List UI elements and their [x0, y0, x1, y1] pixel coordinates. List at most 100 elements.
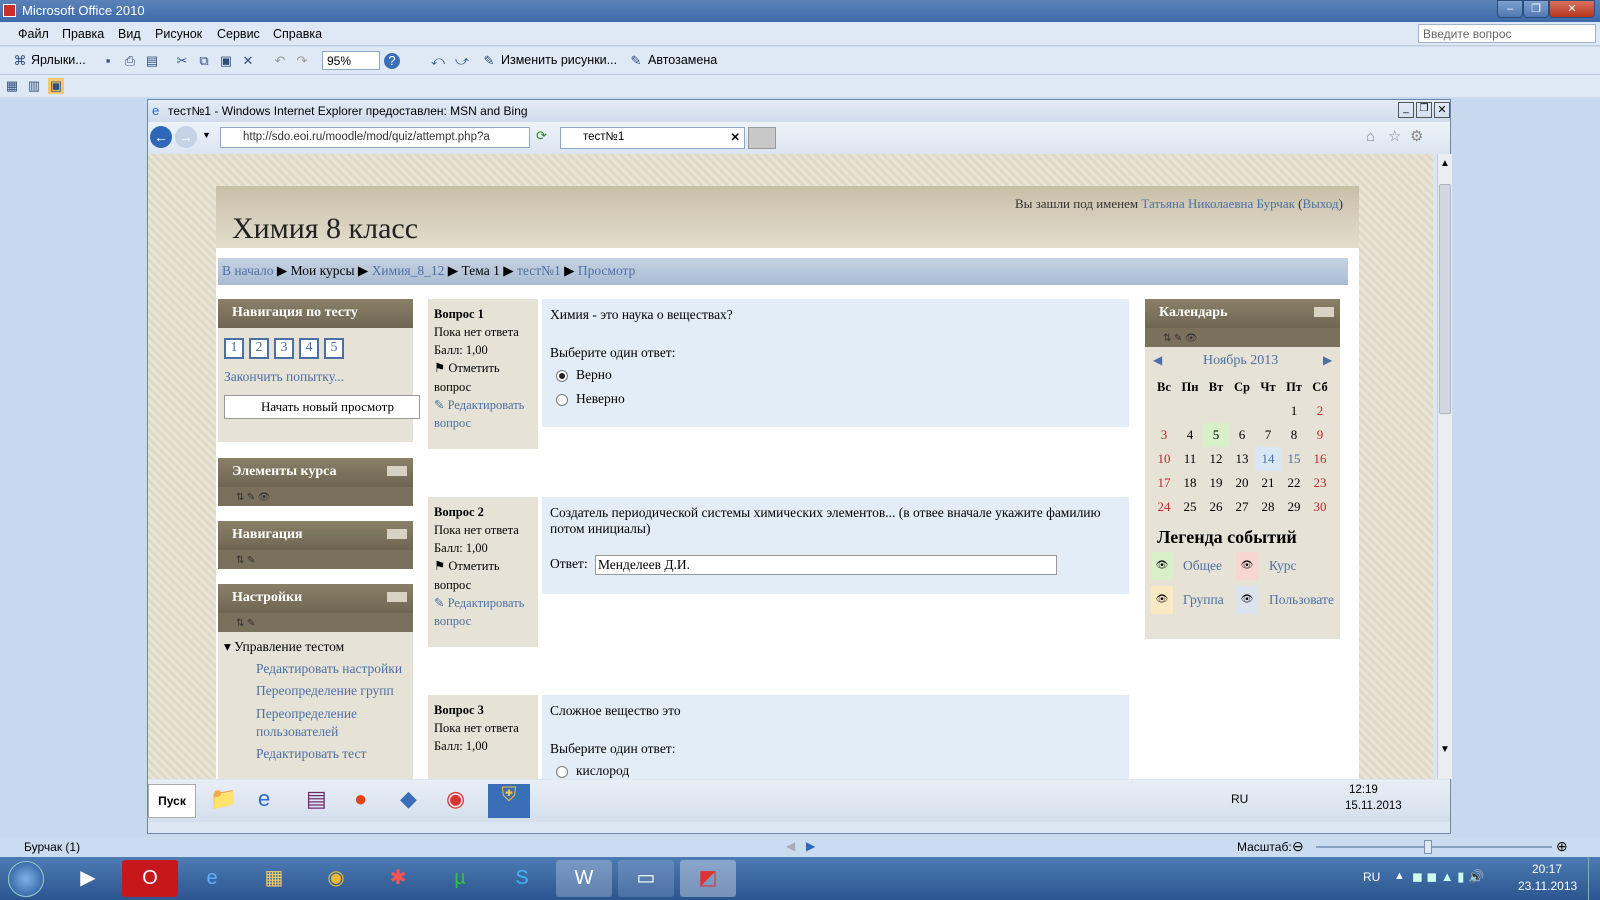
- answer-option-false[interactable]: Неверно: [550, 391, 1121, 407]
- block-hide-icon[interactable]: [387, 529, 407, 539]
- change-pictures-button[interactable]: Изменить рисунки...: [501, 53, 617, 67]
- menu-tools[interactable]: Сервис: [217, 27, 260, 41]
- quiz-nav-q1[interactable]: 1: [224, 338, 244, 359]
- calendar-day[interactable]: 16: [1307, 447, 1333, 471]
- forward-icon[interactable]: →: [175, 126, 197, 148]
- shield-icon[interactable]: ⛨: [488, 784, 530, 818]
- print-preview-icon[interactable]: ▤: [144, 53, 160, 69]
- crumb-quiz[interactable]: тест№1: [517, 263, 561, 278]
- answer-option[interactable]: кислород: [550, 763, 1121, 779]
- crumb-home[interactable]: В начало: [222, 263, 273, 278]
- prev-month-icon[interactable]: ◀: [1153, 353, 1162, 368]
- ie-restore-button[interactable]: ❐: [1416, 102, 1432, 118]
- calendar-day[interactable]: 22: [1281, 471, 1307, 495]
- copy-icon[interactable]: ⧉: [196, 53, 212, 69]
- picture-manager-icon[interactable]: ◩: [680, 860, 736, 897]
- start-button[interactable]: Пуск: [148, 784, 196, 818]
- print-icon[interactable]: ⎙: [122, 53, 138, 69]
- tray-icon[interactable]: ◼ ◼ ▲ ▮ 🔊: [1412, 869, 1484, 885]
- ie-icon[interactable]: e: [184, 860, 240, 897]
- next-page-icon[interactable]: ▶: [806, 839, 815, 853]
- calendar-day-today[interactable]: 5: [1203, 423, 1229, 447]
- autocorrect-icon[interactable]: ✎: [628, 53, 644, 69]
- radio-option[interactable]: [556, 765, 568, 778]
- eye-icon[interactable]: 👁: [1151, 552, 1173, 580]
- back-icon[interactable]: ←: [150, 126, 172, 148]
- prev-page-icon[interactable]: ◀: [786, 839, 795, 853]
- calendar-day[interactable]: 9: [1307, 423, 1333, 447]
- calendar-day[interactable]: 17: [1151, 471, 1177, 495]
- home-icon[interactable]: ⌂: [1366, 128, 1375, 145]
- picture-viewer-icon[interactable]: ▭: [618, 860, 674, 897]
- calendar-month[interactable]: Ноябрь 2013: [1203, 353, 1278, 369]
- eye-icon[interactable]: 👁: [1236, 552, 1258, 580]
- chrome-icon[interactable]: ◉: [446, 786, 465, 812]
- flag-question[interactable]: ⚑ Отметить вопрос: [434, 361, 500, 393]
- winrar-icon[interactable]: ▤: [306, 786, 327, 812]
- quiz-nav-q2[interactable]: 2: [249, 338, 269, 359]
- finish-attempt-link[interactable]: Закончить попытку...: [224, 369, 407, 385]
- quiz-admin-group[interactable]: ▾ Управление тестом: [224, 638, 407, 656]
- app-star-icon[interactable]: ✱: [370, 860, 426, 897]
- calendar-day[interactable]: 7: [1255, 423, 1281, 447]
- keyboard-language[interactable]: RU: [1363, 870, 1380, 884]
- show-desktop-button[interactable]: [1588, 857, 1600, 900]
- explorer-folder-icon[interactable]: ▦: [246, 860, 302, 897]
- calendar-day[interactable]: 19: [1203, 471, 1229, 495]
- crumb-preview[interactable]: Просмотр: [578, 263, 636, 278]
- help-icon[interactable]: ?: [384, 53, 400, 69]
- legend-global[interactable]: Общее: [1183, 558, 1222, 574]
- autocorrect-button[interactable]: Автозамена: [648, 53, 717, 67]
- eye-icon[interactable]: 👁: [1151, 586, 1173, 614]
- scroll-up-icon[interactable]: ▲: [1440, 158, 1450, 169]
- calendar-day[interactable]: 21: [1255, 471, 1281, 495]
- calendar-day[interactable]: 10: [1151, 447, 1177, 471]
- calendar-day[interactable]: 4: [1177, 423, 1203, 447]
- rotate-left-icon[interactable]: ⤺: [430, 53, 446, 69]
- new-preview-button[interactable]: Начать новый просмотр: [224, 395, 420, 419]
- legend-course[interactable]: Курс: [1269, 558, 1296, 574]
- calendar-day[interactable]: 26: [1203, 495, 1229, 519]
- block-hide-icon[interactable]: [387, 466, 407, 476]
- zoom-slider-thumb[interactable]: [1424, 840, 1432, 854]
- browser-tab[interactable]: тест№1 ✕: [560, 127, 745, 149]
- settings-user-overrides[interactable]: Переопределение пользователей: [224, 705, 407, 741]
- radio-true[interactable]: [556, 369, 568, 382]
- ie-taskbar-icon[interactable]: e: [258, 786, 270, 812]
- eye-icon[interactable]: 👁: [1236, 586, 1258, 614]
- quiz-nav-q4[interactable]: 4: [299, 338, 319, 359]
- word-icon[interactable]: W: [556, 860, 612, 897]
- answer-option-true[interactable]: Верно: [550, 367, 1121, 383]
- calendar-day[interactable]: 1: [1281, 399, 1307, 423]
- paste-icon[interactable]: ▣: [218, 53, 234, 69]
- tab-close-icon[interactable]: ✕: [730, 130, 740, 144]
- crumb-course[interactable]: Химия_8_12: [372, 263, 445, 278]
- scroll-down-icon[interactable]: ▼: [1440, 744, 1450, 755]
- rotate-right-icon[interactable]: ⤻: [454, 53, 470, 69]
- calendar-day[interactable]: 12: [1203, 447, 1229, 471]
- user-link[interactable]: Татьяна Николаевна Бурчак: [1141, 196, 1295, 211]
- next-month-icon[interactable]: ▶: [1323, 353, 1332, 368]
- calendar-day[interactable]: 13: [1229, 447, 1255, 471]
- flag-question[interactable]: ⚑ Отметить вопрос: [434, 559, 500, 591]
- move-icon[interactable]: ⇅ ✎: [236, 618, 255, 629]
- legend-user[interactable]: Пользовате: [1269, 592, 1334, 608]
- redo-icon[interactable]: ↷: [294, 53, 310, 69]
- onec-icon[interactable]: ●: [354, 786, 367, 812]
- ask-question-input[interactable]: Введите вопрос: [1418, 24, 1596, 43]
- media-player-icon[interactable]: ▶: [60, 860, 116, 897]
- vertical-scrollbar[interactable]: ▲ ▼: [1437, 154, 1452, 779]
- zoom-select[interactable]: 95%: [322, 51, 380, 70]
- zoom-slider[interactable]: [1316, 846, 1552, 848]
- settings-edit-settings[interactable]: Редактировать настройки: [224, 660, 407, 678]
- calendar-day[interactable]: 28: [1255, 495, 1281, 519]
- calendar-day[interactable]: 3: [1151, 423, 1177, 447]
- answer-input[interactable]: Менделеев Д.И.: [594, 555, 1057, 575]
- edit-pictures-icon[interactable]: ✎: [481, 53, 497, 69]
- shortcuts-button[interactable]: Ярлыки...: [31, 53, 86, 67]
- calendar-day[interactable]: 23: [1307, 471, 1333, 495]
- menu-view[interactable]: Вид: [118, 27, 141, 41]
- calendar-day[interactable]: 8: [1281, 423, 1307, 447]
- radio-false[interactable]: [556, 393, 568, 406]
- move-icon[interactable]: ⇅ ✎: [236, 555, 255, 566]
